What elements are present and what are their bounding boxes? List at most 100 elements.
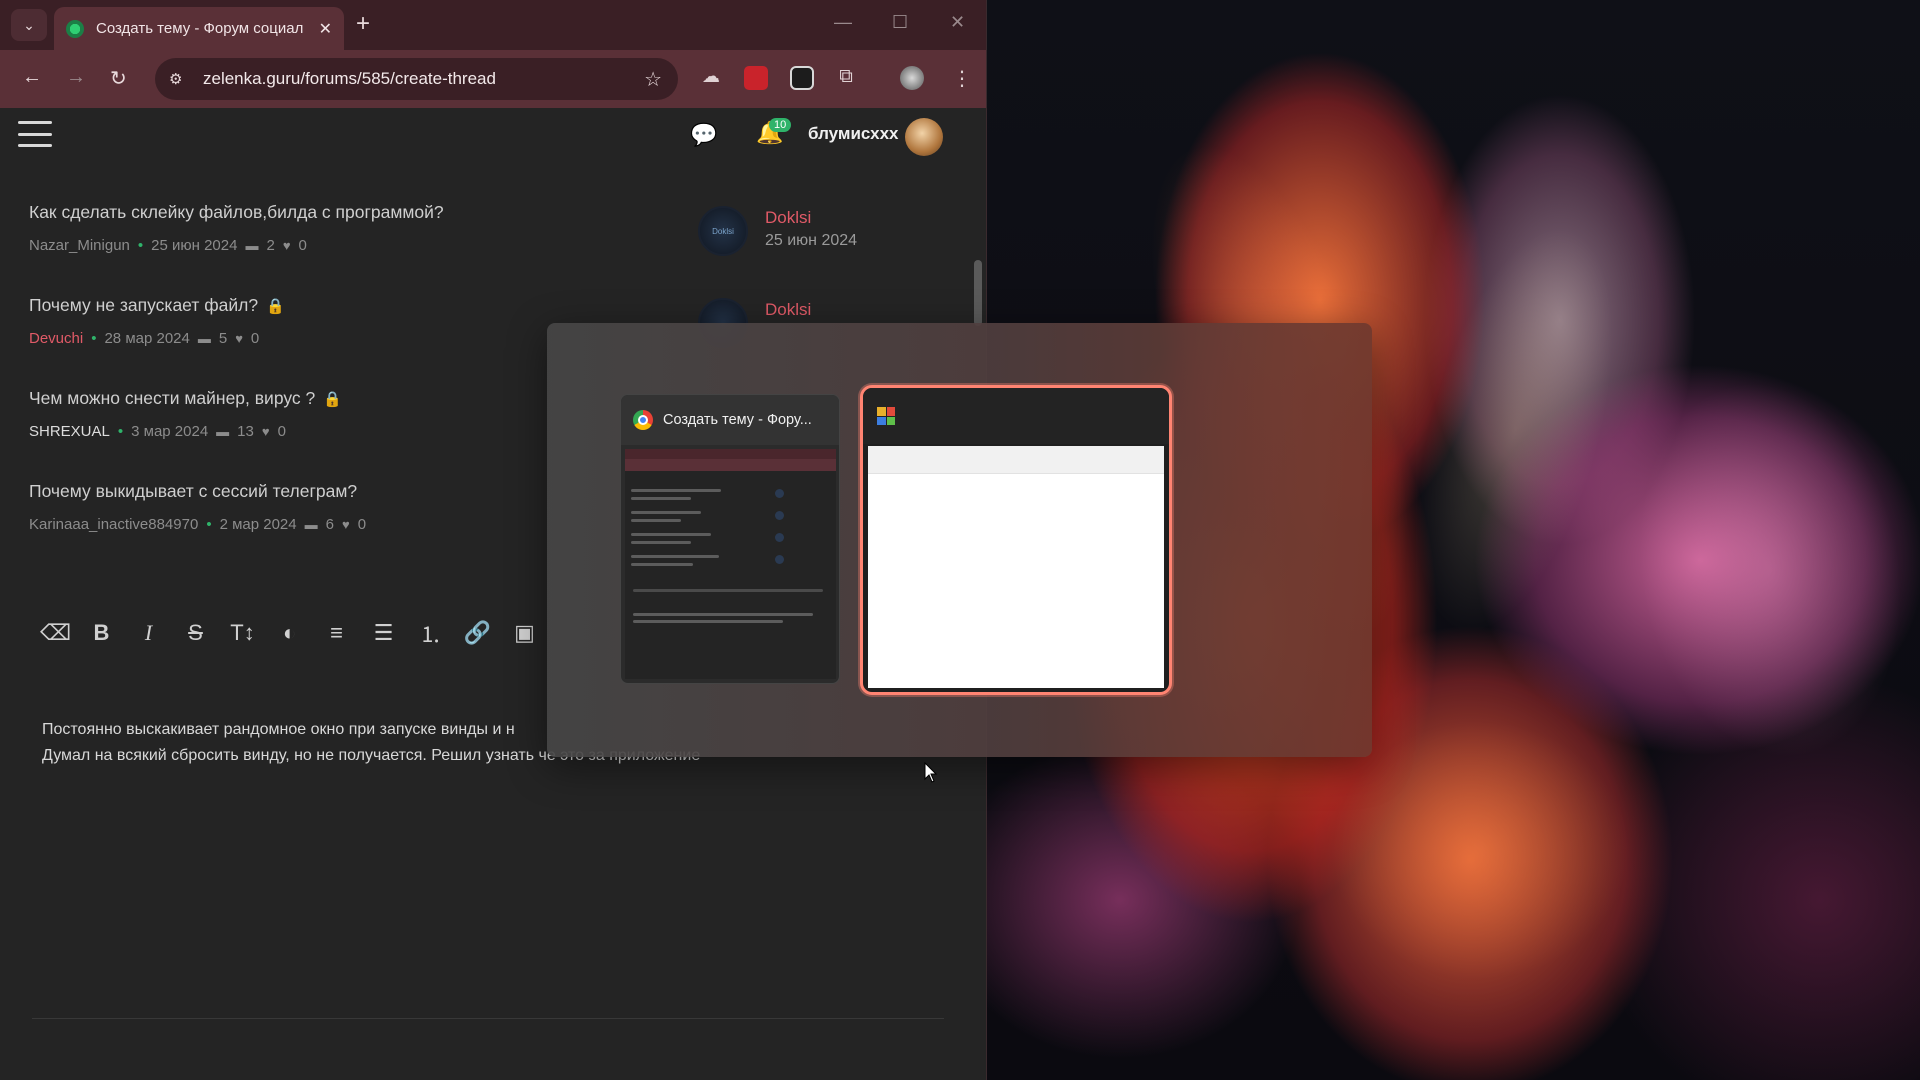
switcher-window-card-selected[interactable] (860, 385, 1172, 695)
extension-cloud-icon[interactable]: ☁ (699, 66, 723, 90)
eraser-icon[interactable]: ⌫ (40, 620, 71, 646)
thumb-line (631, 533, 711, 536)
thread-meta: Devuchi • 28 мар 2024 ▬ 5 ♥ 0 (29, 330, 629, 347)
thread-author[interactable]: Nazar_Minigun (29, 237, 130, 254)
thumb-titlebar (868, 446, 1164, 474)
tab-title: Создать тему - Форум социал (96, 20, 304, 37)
strikethrough-icon[interactable]: S (181, 620, 210, 646)
chrome-icon (633, 410, 653, 430)
font-size-icon[interactable]: T↕ (228, 620, 257, 646)
page-scrollbar[interactable] (974, 260, 982, 326)
thread-likes: 0 (298, 237, 307, 254)
thread-author[interactable]: Karinaaa_inactive884970 (29, 516, 198, 533)
reload-button[interactable]: ↻ (110, 66, 127, 91)
color-icon[interactable]: ◐ (275, 620, 304, 646)
thumb-tabbar (625, 449, 836, 459)
window-thumbnail (868, 446, 1164, 688)
bold-icon[interactable]: B (87, 620, 116, 646)
align-icon[interactable]: ≡ (322, 620, 351, 646)
user-avatar[interactable] (905, 118, 943, 156)
browser-tab-active[interactable]: Создать тему - Форум социал ✕ (54, 7, 344, 50)
thread-likes: 0 (250, 330, 260, 347)
thumb-line (631, 489, 721, 492)
close-window-button[interactable]: ✕ (950, 12, 965, 33)
username[interactable]: блумисххх (808, 124, 899, 144)
thread-likes: 0 (357, 516, 367, 533)
replies-icon: ▬ (216, 424, 230, 439)
thread-meta: Karinaaa_inactive884970 • 2 мар 2024 ▬ 6… (29, 516, 629, 533)
thread-item[interactable]: Почему не запускает файл? 🔒 Devuchi • 28 … (29, 295, 629, 347)
extension-red-badge-icon[interactable] (790, 66, 814, 90)
thread-title[interactable]: Почему не запускает файл? 🔒 (29, 295, 629, 316)
replies-icon: ▬ (197, 331, 211, 346)
extension-youtube-icon[interactable] (744, 66, 768, 90)
hamburger-menu-icon[interactable] (18, 121, 52, 147)
back-button[interactable]: ← (22, 66, 42, 89)
thread-item[interactable]: Почему выкидывает с сессий телеграм? Kar… (29, 481, 629, 533)
thumb-line (633, 620, 783, 623)
wallpaper-ribbon (1608, 360, 1920, 780)
thumb-line (631, 555, 719, 558)
numbered-list-icon[interactable]: ⒈ (416, 617, 445, 649)
thumb-line (631, 497, 691, 500)
separator-dot: • (206, 516, 212, 533)
tab-strip: ⌄ Создать тему - Форум социал ✕ + — ☐ ✕ (0, 0, 986, 50)
thread-author[interactable]: Devuchi (29, 330, 83, 347)
thread-title[interactable]: Чем можно снести майнер, вирус ? 🔒 (29, 388, 629, 409)
replies-icon: ▬ (304, 517, 318, 532)
thread-item[interactable]: Чем можно снести майнер, вирус ? 🔒 SHREXU… (29, 388, 629, 440)
thread-replies: 13 (237, 423, 254, 440)
thread-date: 28 мар 2024 (104, 330, 190, 347)
separator-dot: • (137, 237, 144, 254)
browser-toolbar: ← → ↻ ⚙ zelenka.guru/forums/585/create-t… (0, 50, 986, 145)
lock-icon: 🔒 (266, 298, 285, 315)
forward-button[interactable]: → (66, 66, 86, 89)
profile-avatar[interactable] (900, 66, 924, 90)
bookmark-star-icon[interactable]: ☆ (644, 67, 662, 92)
likes-heart-icon: ♥ (235, 331, 243, 346)
address-bar[interactable]: ⚙ zelenka.guru/forums/585/create-thread … (155, 58, 678, 100)
thread-date: 2 мар 2024 (219, 516, 297, 533)
thumb-line (631, 519, 681, 522)
close-tab-icon[interactable]: ✕ (319, 19, 332, 39)
thumb-avatar (775, 511, 784, 520)
thread-title[interactable]: Почему выкидывает с сессий телеграм? (29, 481, 629, 502)
separator-dot: • (91, 330, 97, 347)
chat-icon[interactable]: 💬 (690, 122, 717, 148)
thread-date: 25 июн 2024 (151, 237, 238, 254)
site-favicon-icon (66, 19, 84, 38)
switcher-window-card[interactable]: Создать тему - Фору... (620, 394, 840, 684)
notifications-count-badge: 10 (769, 118, 792, 132)
editor-text-line[interactable]: Постоянно выскакивает рандомное окно при… (42, 721, 515, 739)
site-info-icon[interactable]: ⚙ (169, 70, 191, 88)
link-icon[interactable]: 🔗 (463, 620, 492, 646)
thread-title-text: Чем можно снести майнер, вирус ? (29, 388, 316, 408)
image-icon[interactable]: ▣ (510, 620, 539, 646)
tab-search-button[interactable]: ⌄ (11, 9, 47, 41)
switcher-card-title: Создать тему - Фору... (663, 412, 812, 428)
thread-item[interactable]: Как сделать склейку файлов,билда с прогр… (29, 202, 629, 254)
last-post-author[interactable]: Doklsi (765, 300, 811, 320)
editor-toolbar: ⌫ B I S T↕ ◐ ≡ ☰ ⒈ 🔗 ▣ (40, 616, 539, 650)
thread-author[interactable]: SHREXUAL (29, 423, 110, 440)
new-tab-button[interactable]: + (356, 10, 370, 38)
thread-replies: 5 (218, 330, 228, 347)
last-post-author[interactable]: Doklsi (765, 208, 811, 228)
thread-meta: Nazar_Minigun • 25 июн 2024 ▬ 2 ♥ 0 (29, 237, 629, 254)
site-header: 💬 🔔 10 блумисххх (0, 108, 986, 160)
thumb-avatar (775, 555, 784, 564)
minimize-button[interactable]: — (834, 12, 852, 33)
italic-icon[interactable]: I (134, 620, 163, 646)
switcher-card-header: Создать тему - Фору... (621, 395, 839, 445)
thumb-toolbar (625, 459, 836, 471)
bullet-list-icon[interactable]: ☰ (369, 620, 398, 646)
maximize-button[interactable]: ☐ (892, 12, 908, 33)
wallpaper-ribbon (1378, 205, 1652, 655)
last-post-avatar[interactable]: Doklsi (698, 206, 748, 256)
browser-menu-icon[interactable]: ⋮ (950, 66, 974, 90)
extensions-puzzle-icon[interactable]: ⧉ (834, 66, 858, 90)
thumb-line (631, 511, 701, 514)
thread-title-text: Почему не запускает файл? (29, 295, 259, 315)
thread-title[interactable]: Как сделать склейку файлов,билда с прогр… (29, 202, 629, 223)
likes-heart-icon: ♥ (282, 238, 291, 253)
